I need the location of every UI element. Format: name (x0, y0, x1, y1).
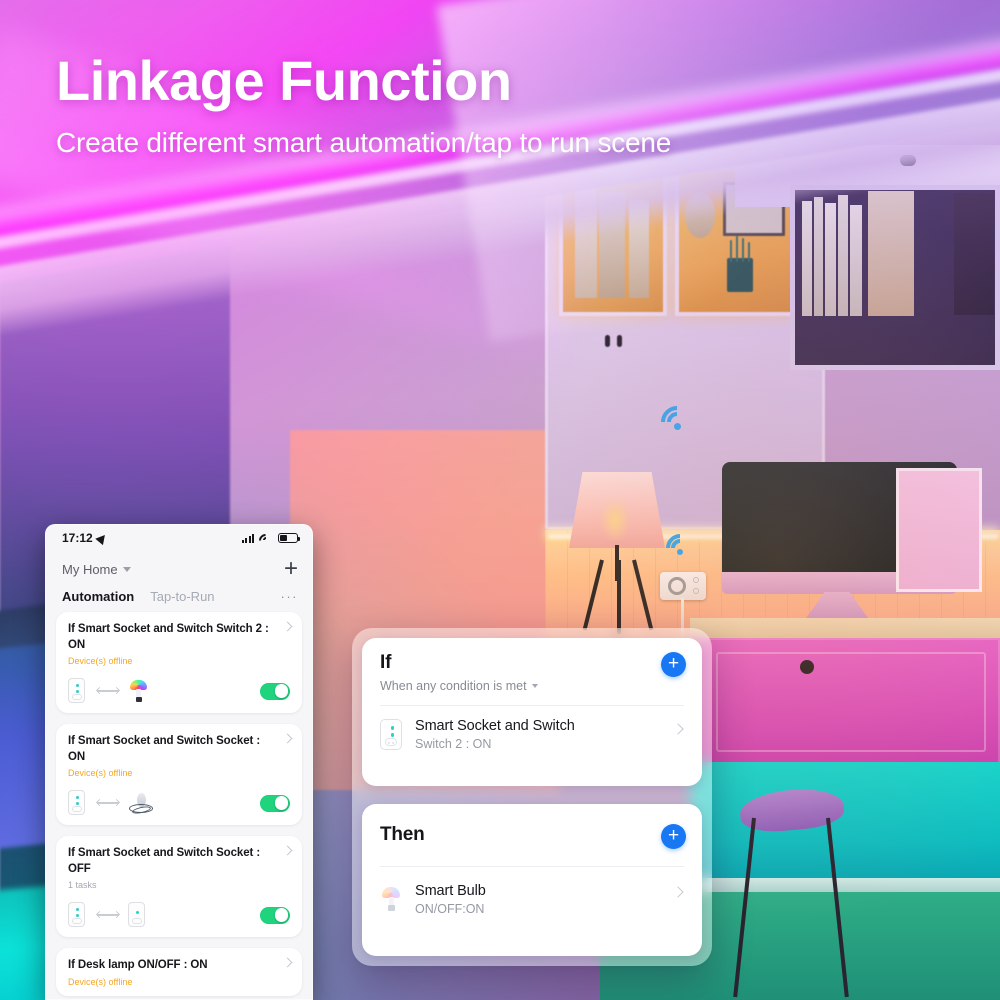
teal-lit-wall (690, 762, 1000, 892)
smart-bulb-icon (128, 678, 148, 704)
automation-devices (68, 902, 290, 928)
outlet-indicator (693, 588, 699, 594)
status-bar-left: 17:12 (62, 531, 109, 545)
cellular-signal-icon (241, 533, 254, 543)
automation-status: Device(s) offline (68, 768, 133, 779)
automation-status: Device(s) offline (68, 976, 133, 987)
phone-mockup: 17:12 My Home + Automation Tap-to-Run ··… (45, 524, 313, 1000)
chevron-down-icon (531, 684, 538, 688)
lamp-leg (617, 560, 621, 634)
automation-title: If Smart Socket and Switch Switch 2 : ON (68, 623, 269, 651)
then-card-header: Then + (362, 804, 702, 849)
add-button[interactable]: + (284, 557, 298, 581)
list-item[interactable]: If Smart Socket and Switch Socket : OFF … (56, 836, 302, 938)
smart-socket-icon (380, 719, 402, 750)
desk-drawer (716, 652, 986, 752)
add-condition-button[interactable]: + (661, 652, 686, 677)
if-device-text: Smart Socket and Switch Switch 2 : ON (415, 718, 575, 751)
status-time: 17:12 (62, 531, 93, 545)
then-action-card: Then + Smart Bulb ON/OFF:ON (362, 804, 702, 956)
home-selector[interactable]: My Home (62, 562, 131, 577)
if-device-name: Smart Socket and Switch (415, 718, 575, 734)
page-title: Linkage Function (56, 49, 512, 112)
wifi-signal-icon (660, 528, 700, 568)
status-bar-right (241, 530, 300, 550)
then-card-title: Then (380, 824, 425, 845)
chevron-right-icon[interactable] (672, 885, 684, 898)
automation-devices (68, 790, 290, 816)
automation-title: If Smart Socket and Switch Socket : OFF (68, 847, 261, 875)
chevron-down-icon (122, 566, 131, 572)
wall-outlet-socket-hole (668, 577, 686, 595)
smart-socket-icon (128, 902, 148, 928)
tab-automation[interactable]: Automation (62, 589, 134, 604)
cabinet-knob (617, 335, 622, 347)
ceiling-fan-icon (128, 790, 154, 816)
ellipsis-icon[interactable]: ··· (281, 589, 299, 604)
if-condition-mode-selector[interactable]: When any condition is met (380, 679, 684, 693)
list-item[interactable]: If Desk lamp ON/OFF : ON Device(s) offli… (56, 948, 302, 996)
chevron-right-icon[interactable] (672, 722, 684, 735)
automation-title: If Smart Socket and Switch Socket : ON (68, 735, 261, 763)
arrow-link-icon (97, 802, 119, 804)
page-subtitle: Create different smart automation/tap to… (56, 126, 672, 158)
home-selector-bar: My Home + (46, 551, 312, 585)
list-item[interactable]: If Smart Socket and Switch Socket : ON D… (56, 724, 302, 826)
automation-list: If Smart Socket and Switch Switch 2 : ON… (46, 612, 312, 999)
automation-devices (68, 678, 290, 704)
if-condition-card: If When any condition is met + Smart Soc… (362, 638, 702, 786)
location-arrow-icon (94, 531, 109, 545)
smart-socket-icon (68, 790, 88, 816)
automation-toggle[interactable] (260, 906, 290, 924)
automation-title: If Desk lamp ON/OFF : ON (68, 959, 208, 972)
automation-status: 1 tasks (68, 880, 97, 891)
then-device-state: ON/OFF:ON (415, 902, 485, 916)
automation-toggle[interactable] (260, 794, 290, 812)
if-card-title: If (380, 652, 392, 673)
automation-toggle[interactable] (260, 682, 290, 700)
lamp-bulb-glow (600, 498, 630, 542)
desk-top (690, 618, 1000, 640)
smart-socket-icon (68, 902, 88, 928)
wifi-icon (256, 530, 275, 550)
arrow-link-icon (97, 690, 119, 692)
tab-bar: Automation Tap-to-Run ··· (46, 585, 312, 612)
tab-tap-to-run[interactable]: Tap-to-Run (150, 589, 214, 604)
then-device-text: Smart Bulb ON/OFF:ON (415, 883, 486, 916)
desk-knob (800, 660, 814, 674)
if-condition-mode-label: When any condition is met (380, 679, 527, 693)
headline-block: Linkage Function Create different smart … (56, 49, 672, 159)
wifi-signal-icon (654, 399, 700, 445)
status-bar: 17:12 (46, 525, 312, 551)
if-device-row[interactable]: Smart Socket and Switch Switch 2 : ON (362, 706, 702, 751)
smart-socket-icon (68, 678, 88, 704)
then-device-name: Smart Bulb (415, 883, 486, 899)
arrow-link-icon (97, 914, 119, 916)
if-device-state: Switch 2 : ON (415, 737, 492, 751)
list-item[interactable]: If Smart Socket and Switch Switch 2 : ON… (56, 612, 302, 714)
add-action-button[interactable]: + (661, 824, 686, 849)
automation-editor-panel: If When any condition is met + Smart Soc… (352, 628, 712, 966)
cabinet-knob (605, 335, 610, 347)
automation-status: Device(s) offline (68, 656, 133, 667)
then-device-row[interactable]: Smart Bulb ON/OFF:ON (362, 867, 702, 916)
smart-bulb-icon (380, 884, 402, 915)
if-card-header: If When any condition is met + (362, 638, 702, 693)
outlet-indicator (693, 577, 699, 583)
battery-icon (278, 533, 300, 543)
wall-sign (896, 468, 982, 592)
home-name-label: My Home (62, 561, 118, 577)
